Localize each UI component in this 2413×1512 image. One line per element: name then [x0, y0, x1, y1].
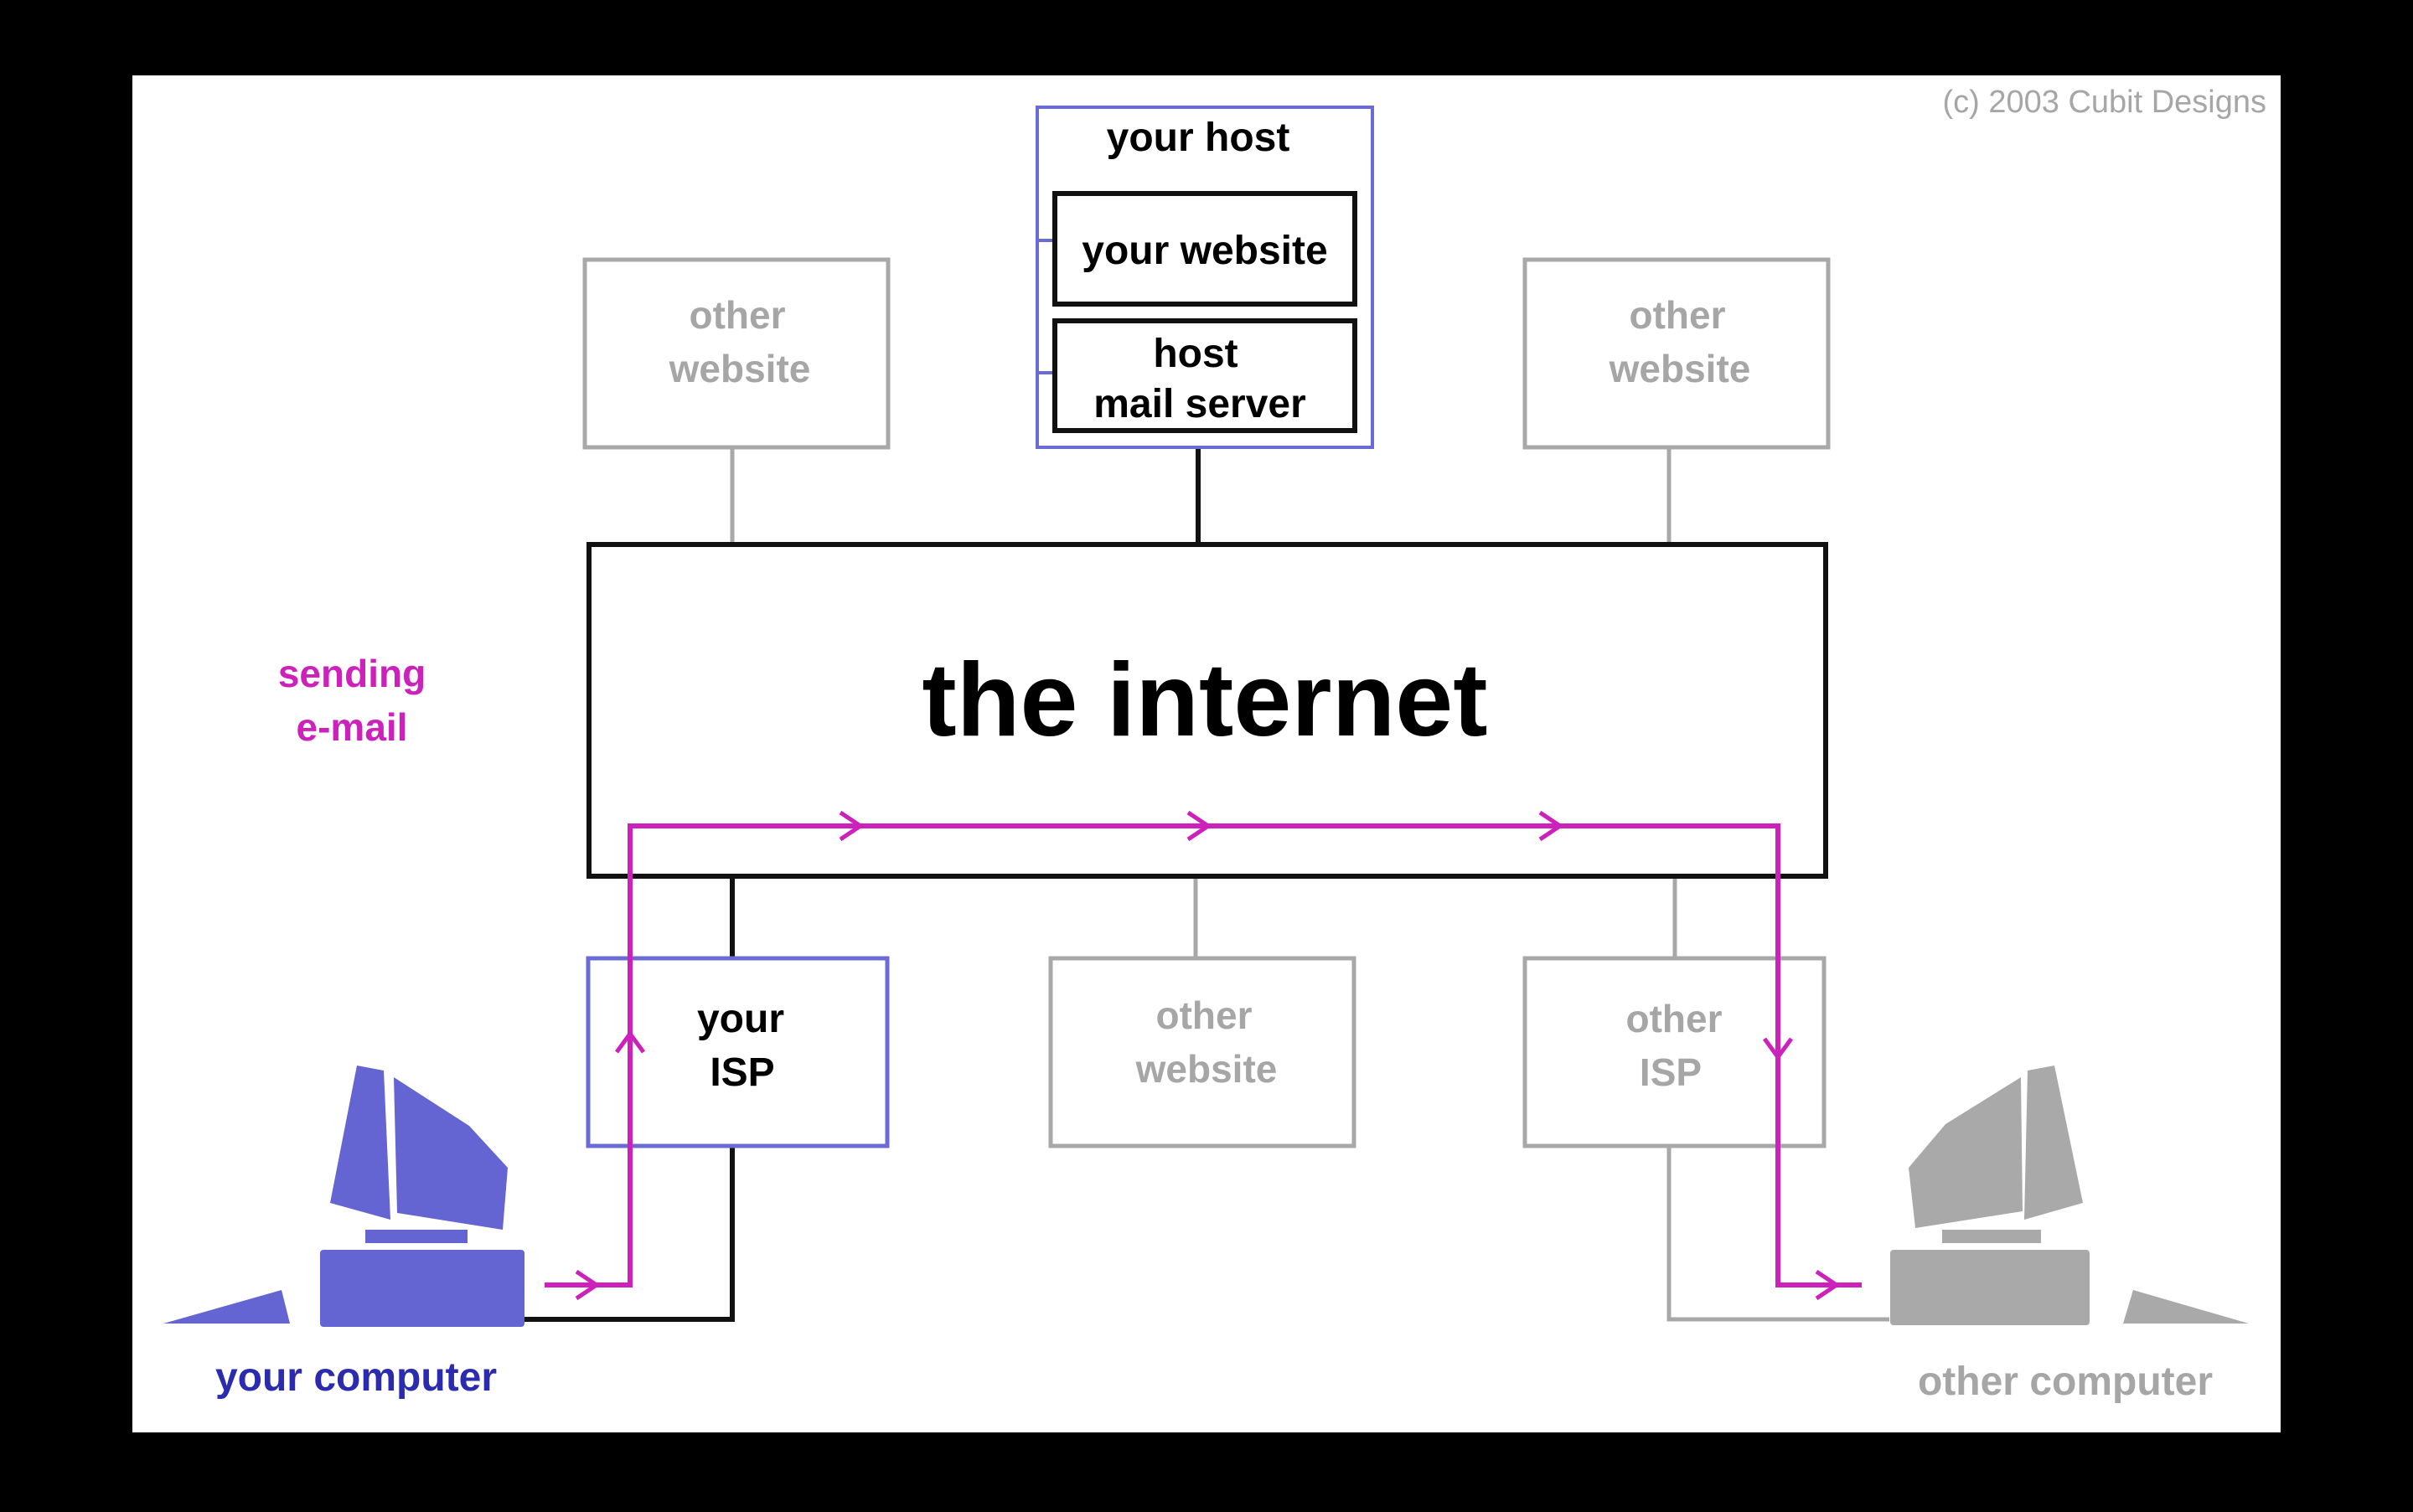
your-computer-base	[320, 1250, 524, 1327]
other-isp-line2: ISP	[1640, 1050, 1702, 1094]
internet-label: the internet	[922, 642, 1487, 758]
top-left-website-node: other website	[582, 257, 891, 450]
diagram-stage: (c) 2003 Cubit Designs your host your we…	[0, 0, 2413, 1508]
middle-website-line2: website	[1135, 1047, 1278, 1091]
your-computer-stand	[365, 1230, 468, 1243]
your-isp-line1: your	[697, 997, 784, 1041]
your-computer-label: your computer	[215, 1355, 497, 1400]
top-right-website-line1: other	[1630, 293, 1726, 337]
host-mail-server-label-line1: host	[1153, 332, 1238, 376]
annotation-line2: e-mail	[297, 705, 408, 749]
your-host-group: your host your website host mail server	[1036, 106, 1374, 449]
top-right-website-line2: website	[1609, 347, 1751, 390]
top-right-website-node: other website	[1522, 257, 1831, 450]
your-host-title: your host	[1107, 116, 1290, 160]
top-left-website-line2: website	[669, 347, 811, 390]
middle-website-node: other website	[1048, 956, 1356, 1148]
other-isp-line1: other	[1626, 997, 1723, 1040]
other-computer-base	[1890, 1250, 2090, 1325]
host-mail-server-label-line2: mail server	[1093, 382, 1306, 426]
other-computer-stand	[1942, 1230, 2041, 1243]
your-website-label: your website	[1082, 229, 1327, 273]
middle-website-line1: other	[1156, 993, 1253, 1037]
annotation-line1: sending	[278, 652, 426, 695]
email-path-diagram: (c) 2003 Cubit Designs your host your we…	[132, 75, 2281, 1432]
other-computer-label: other computer	[1918, 1360, 2213, 1404]
copyright-notice: (c) 2003 Cubit Designs	[1942, 85, 2266, 120]
top-left-website-line1: other	[690, 293, 786, 337]
your-isp-node: your ISP	[586, 956, 890, 1148]
your-isp-line2: ISP	[710, 1050, 774, 1095]
